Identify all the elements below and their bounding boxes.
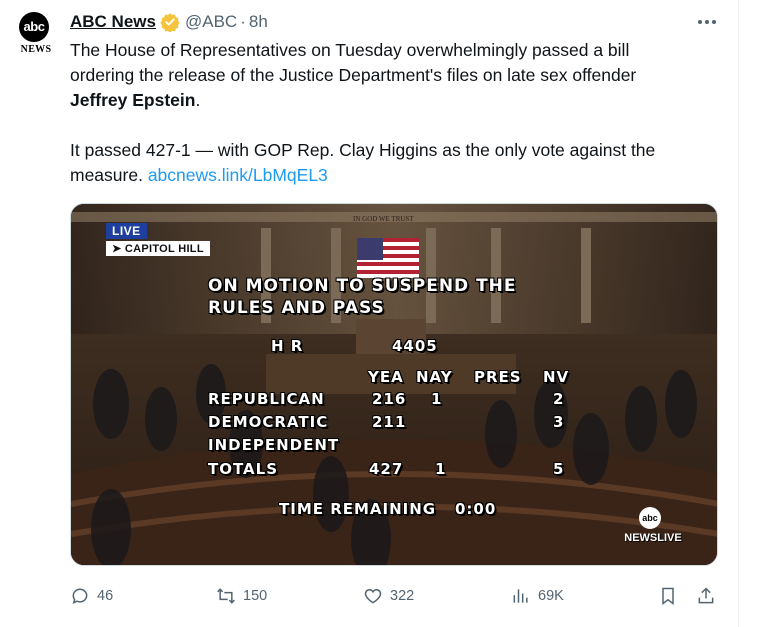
more-icon-dot: [705, 20, 709, 24]
repost-button[interactable]: 150: [216, 582, 267, 610]
abc-logo-icon: abc: [19, 12, 49, 42]
post-text-line: The House of Representatives on Tuesday …: [70, 40, 630, 60]
user-handle[interactable]: @ABC: [185, 12, 237, 32]
newslive-word: NEWSLIVE: [624, 532, 682, 544]
action-bar: 46 150 322 69K: [70, 582, 720, 610]
like-count: 322: [390, 588, 415, 604]
party-democratic: DEMOCRATIC: [208, 413, 329, 431]
vote-cell: 211: [372, 413, 407, 431]
party-independent: INDEPENDENT: [208, 436, 340, 454]
views-icon: [513, 589, 528, 603]
column-header-nv: NV: [543, 368, 570, 386]
party-republican: REPUBLICAN: [208, 390, 325, 408]
post-text-bold: Jeffrey Epstein: [70, 90, 196, 110]
post-text-line: Jeffrey Epstein.: [70, 88, 720, 113]
post-text-line: ordering the release of the Justice Depa…: [70, 65, 637, 85]
like-button[interactable]: 322: [363, 582, 414, 610]
vote-cell: 1: [431, 390, 443, 408]
vote-cell: 427: [369, 460, 404, 478]
bill-number: 4405: [392, 337, 438, 355]
verified-badge-icon[interactable]: [160, 12, 180, 32]
reply-button[interactable]: 46: [70, 582, 113, 610]
vote-cell: 1: [435, 460, 447, 478]
tweet: abc NEWS ABC News @ABC · 8h The House of…: [0, 0, 738, 627]
column-header-pres: PRES: [474, 368, 522, 386]
post-text-paragraph: It passed 427-1 — with GOP Rep. Clay Hig…: [70, 138, 720, 188]
vote-cell: 216: [372, 390, 407, 408]
live-badge: LIVE: [106, 223, 147, 239]
repost-icon: [217, 588, 235, 604]
chamber-motto: IN GOD WE TRUST: [353, 215, 414, 223]
share-icon: [698, 587, 714, 604]
abc-news-live-logo: abc NEWSLIVE: [617, 507, 689, 549]
location-badge: ➤ CAPITOL HILL: [106, 241, 210, 256]
bill-label: H R: [271, 337, 304, 355]
vote-cell: 3: [553, 413, 565, 431]
share-button[interactable]: [696, 582, 716, 610]
column-header-yea: YEA: [368, 368, 404, 386]
display-name[interactable]: ABC News: [70, 12, 156, 32]
live-tag: LIVE ➤ CAPITOL HILL: [106, 222, 210, 256]
post-timestamp[interactable]: 8h: [249, 12, 268, 32]
bookmark-button[interactable]: [658, 582, 678, 610]
avatar[interactable]: abc NEWS: [16, 12, 56, 55]
reply-icon: [72, 588, 88, 605]
more-icon-dot: [698, 20, 702, 24]
vote-motion-title: ON MOTION TO SUSPEND THE RULES AND PASS: [208, 275, 517, 319]
motion-line: ON MOTION TO SUSPEND THE: [208, 276, 517, 296]
more-icon-dot: [712, 20, 716, 24]
time-remaining-label: TIME REMAINING: [279, 500, 437, 518]
time-remaining-value: 0:00: [455, 500, 497, 518]
reply-count: 46: [97, 588, 114, 604]
us-flag-image: [357, 238, 419, 278]
abc-logo-icon: abc: [639, 507, 661, 529]
motion-line: RULES AND PASS: [208, 298, 385, 318]
more-options-button[interactable]: [695, 10, 719, 34]
separator-dot: ·: [240, 12, 246, 31]
column-header-nay: NAY: [416, 368, 453, 386]
repost-count: 150: [243, 588, 268, 604]
avatar-news-word: NEWS: [20, 44, 52, 55]
vote-cell: 5: [553, 460, 565, 478]
column-divider: [738, 0, 739, 627]
party-totals: TOTALS: [208, 460, 279, 478]
views-count: 69K: [538, 588, 564, 604]
vote-cell: 2: [553, 390, 565, 408]
post-text-period: .: [195, 90, 201, 110]
bookmark-icon: [662, 587, 674, 605]
post-text: The House of Representatives on Tuesday …: [70, 38, 720, 188]
views-button[interactable]: 69K: [511, 582, 564, 610]
heart-icon: [364, 588, 382, 604]
video-media[interactable]: IN GOD WE TRUST LIVE ➤ CAPITOL HILL ON M…: [70, 203, 718, 566]
post-link[interactable]: abcnews.link/LbMqEL3: [148, 165, 328, 185]
tweet-header: ABC News @ABC · 8h: [70, 10, 268, 34]
